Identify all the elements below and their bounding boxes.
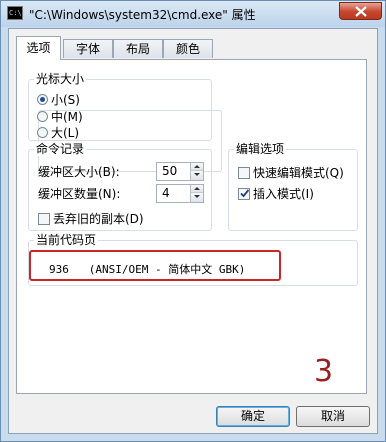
cancel-button[interactable]: 取消 [296, 406, 370, 427]
radio-indicator [37, 127, 48, 138]
discard-duplicates-checkbox[interactable]: 丢弃旧的副本(D) [38, 211, 144, 227]
edit-options-label: 编辑选项 [234, 142, 287, 156]
buffer-size-spinner[interactable]: 50 [156, 162, 204, 181]
checkbox-box [238, 167, 250, 179]
cursor-large-radio[interactable]: 大(L) [37, 125, 79, 141]
discard-duplicates-label: 丢弃旧的副本(D) [53, 212, 144, 226]
ok-button[interactable]: 确定 [216, 406, 290, 427]
cursor-medium-radio[interactable]: 中(M) [37, 109, 83, 125]
buffer-count-label: 缓冲区数量(N): [38, 187, 121, 201]
insert-mode-label: 插入模式(I) [253, 187, 314, 201]
spin-down-arrow-icon[interactable] [190, 171, 203, 180]
close-button[interactable] [339, 2, 382, 20]
checkbox-box [238, 188, 250, 200]
checkbox-box [38, 213, 50, 225]
checkmark-icon [240, 189, 250, 198]
cursor-size-label: 光标大小 [34, 72, 87, 86]
cursor-medium-label: 中(M) [51, 110, 83, 124]
buffer-count-value: 4 [162, 186, 170, 200]
quick-edit-label: 快速编辑模式(Q) [253, 166, 344, 180]
spin-up-arrow-icon[interactable] [190, 185, 203, 193]
tab-layout[interactable]: 布局 [113, 39, 163, 58]
spin-down-arrow-icon[interactable] [190, 193, 203, 202]
close-icon [355, 6, 367, 17]
cursor-size-groupbox: 光标大小 小(S) 中(M) 大(L) [28, 72, 212, 141]
insert-mode-checkbox[interactable]: 插入模式(I) [238, 186, 314, 202]
code-page-label: 当前代码页 [34, 233, 99, 247]
tab-font[interactable]: 字体 [63, 39, 113, 58]
title-bar[interactable]: C:\ "C:\Windows\system32\cmd.exe" 属性 [1, 1, 385, 27]
quick-edit-checkbox[interactable]: 快速编辑模式(Q) [238, 165, 344, 181]
buffer-size-label: 缓冲区大小(B): [38, 165, 120, 179]
cmd-app-icon: C:\ [7, 6, 23, 20]
tab-colors[interactable]: 颜色 [163, 39, 213, 58]
buffer-size-value: 50 [162, 164, 178, 178]
window-title: "C:\Windows\system32\cmd.exe" 属性 [29, 8, 256, 22]
radio-indicator [37, 111, 48, 122]
radio-indicator [37, 94, 48, 105]
command-history-label: 命令记录 [34, 142, 87, 156]
spin-up-arrow-icon[interactable] [190, 163, 203, 171]
cursor-small-label: 小(S) [51, 93, 80, 107]
edit-options-groupbox: 编辑选项 快速编辑模式(Q) 插入模式(I) [228, 142, 358, 231]
cmd-icon-text: C:\ [9, 9, 22, 17]
cursor-large-label: 大(L) [51, 126, 80, 140]
tab-options[interactable]: 选项 [16, 36, 61, 60]
annotation-number: 3 [314, 354, 334, 389]
command-history-groupbox: 命令记录 缓冲区大小(B): 50 缓冲区数量(N): 4 丢弃旧的副本(D) [28, 142, 212, 231]
highlight-box [29, 250, 281, 281]
cursor-small-radio[interactable]: 小(S) [37, 92, 80, 108]
buffer-count-spinner[interactable]: 4 [156, 184, 204, 203]
